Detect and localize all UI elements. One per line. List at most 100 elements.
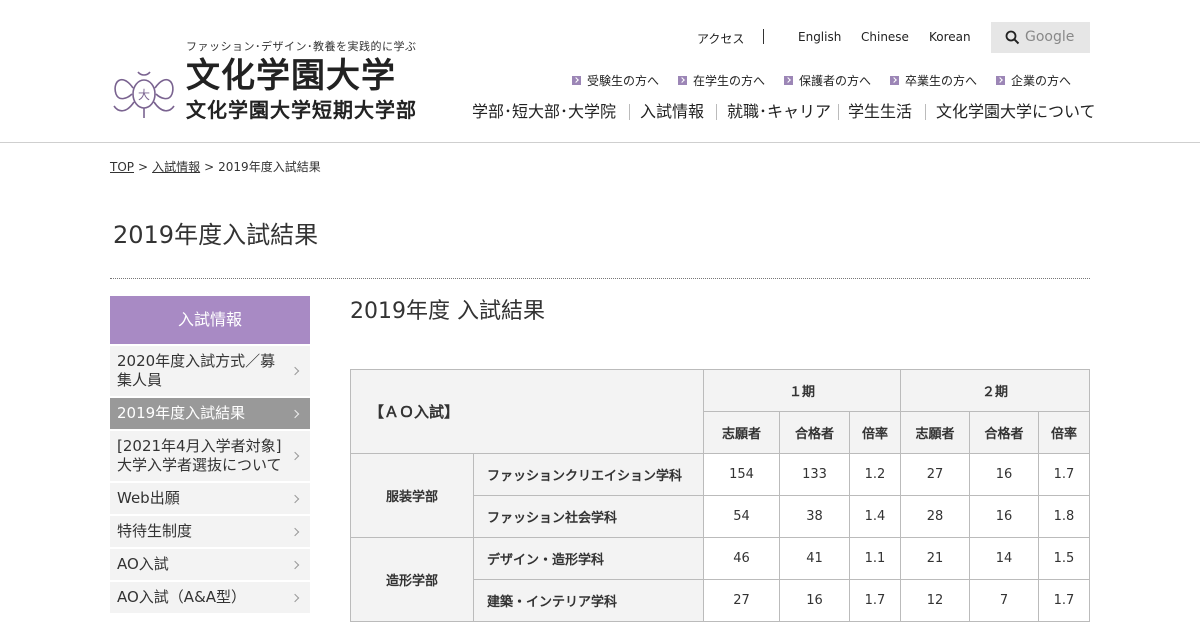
- chevron-right-icon: [996, 76, 1005, 85]
- audience-link-students[interactable]: 在学生の方へ: [678, 72, 765, 89]
- department-cell: ファッションクリエイション学科: [473, 453, 704, 496]
- value-cell: 54: [703, 495, 780, 538]
- gnav-about[interactable]: 文化学園大学について: [936, 102, 1096, 122]
- value-cell: 133: [779, 453, 850, 496]
- value-cell: 21: [900, 537, 970, 580]
- value-cell: 1.7: [1038, 579, 1090, 622]
- value-cell: 38: [779, 495, 850, 538]
- logo-tagline: ファッション･デザイン･教養を実践的に学ぶ: [186, 40, 417, 53]
- breadcrumb-admissions-link[interactable]: 入試情報: [152, 160, 200, 174]
- gnav-student-life[interactable]: 学生生活: [848, 102, 912, 122]
- value-cell: 27: [900, 453, 970, 496]
- gnav-admissions[interactable]: 入試情報: [640, 102, 704, 122]
- gnav-faculties[interactable]: 学部･短大部･大学院: [472, 102, 616, 122]
- sidebar-item-2021-selection[interactable]: [2021年4月入学者対象]大学入学者選抜について: [110, 431, 310, 481]
- site-logo[interactable]: 大 ファッション･デザイン･教養を実践的に学ぶ 文化学園大学 文化学園大学短期大…: [110, 38, 440, 126]
- access-link[interactable]: アクセス: [697, 30, 744, 47]
- gnav-divider: [629, 104, 630, 120]
- value-cell: 16: [969, 453, 1039, 496]
- sidebar-item-ao-aa[interactable]: AO入試（A&A型）: [110, 582, 310, 613]
- search-box[interactable]: Google: [991, 22, 1090, 53]
- breadcrumb-top-link[interactable]: TOP: [110, 160, 134, 174]
- sidebar: 入試情報 2020年度入試方式／募集人員 2019年度入試結果 [2021年4月…: [110, 296, 310, 615]
- chevron-right-icon: [290, 494, 300, 503]
- department-cell: 建築・インテリア学科: [473, 579, 704, 622]
- gnav-divider: [716, 104, 717, 120]
- chevron-right-icon: [290, 451, 300, 461]
- audience-link-guardians[interactable]: 保護者の方へ: [784, 72, 871, 89]
- breadcrumb: TOP > 入試情報 >2019年度入試結果: [110, 158, 321, 175]
- svg-text:大: 大: [138, 88, 150, 102]
- gnav-divider: [838, 104, 839, 120]
- faculty-cell: 服装学部: [350, 453, 474, 538]
- faculty-cell: 造形学部: [350, 537, 474, 622]
- period-header: ２期: [900, 369, 1090, 412]
- title-divider: [110, 278, 1090, 279]
- value-cell: 46: [703, 537, 780, 580]
- sidebar-item-2020-methods[interactable]: 2020年度入試方式／募集人員: [110, 346, 310, 396]
- value-cell: 154: [703, 453, 780, 496]
- value-cell: 16: [969, 495, 1039, 538]
- logo-college-name: 文化学園大学短期大学部: [186, 98, 417, 122]
- value-cell: 14: [969, 537, 1039, 580]
- search-placeholder: Google: [1025, 29, 1075, 45]
- audience-link-applicants[interactable]: 受験生の方へ: [572, 72, 659, 89]
- value-cell: 7: [969, 579, 1039, 622]
- column-header: 倍率: [1038, 411, 1090, 454]
- crest-logo-icon: 大: [113, 71, 175, 118]
- sidebar-item-2019-results[interactable]: 2019年度入試結果: [110, 398, 310, 429]
- chevron-right-icon: [784, 76, 793, 85]
- search-icon: [1005, 30, 1020, 45]
- value-cell: 41: [779, 537, 850, 580]
- sidebar-item-scholarship[interactable]: 特待生制度: [110, 516, 310, 547]
- chevron-right-icon: [890, 76, 899, 85]
- admission-results-table: 【ＡＯ入試】 １期 ２期 志願者 合格者 倍率 志願者 合格者 倍率 服装学部 …: [350, 369, 1090, 622]
- breadcrumb-separator: >: [204, 160, 215, 174]
- value-cell: 27: [703, 579, 780, 622]
- korean-link[interactable]: Korean: [929, 30, 971, 44]
- gnav-career[interactable]: 就職･キャリア: [727, 102, 831, 122]
- column-header: 倍率: [849, 411, 901, 454]
- value-cell: 1.8: [1038, 495, 1090, 538]
- chevron-right-icon: [290, 527, 300, 536]
- chinese-link[interactable]: Chinese: [861, 30, 909, 44]
- chevron-right-icon: [290, 593, 300, 602]
- sidebar-item-ao[interactable]: AO入試: [110, 549, 310, 580]
- table-row: 服装学部 ファッションクリエイション学科 154 133 1.2 27 16 1…: [350, 453, 1090, 538]
- page-title: 2019年度入試結果: [113, 221, 319, 249]
- column-header: 志願者: [703, 411, 780, 454]
- sidebar-heading[interactable]: 入試情報: [110, 296, 310, 344]
- value-cell: 1.2: [849, 453, 901, 496]
- value-cell: 12: [900, 579, 970, 622]
- table-corner-label: 【ＡＯ入試】: [350, 369, 704, 454]
- value-cell: 1.7: [849, 579, 901, 622]
- period-header: １期: [703, 369, 901, 412]
- site-header: 大 ファッション･デザイン･教養を実践的に学ぶ 文化学園大学 文化学園大学短期大…: [0, 0, 1200, 143]
- chevron-right-icon: [290, 409, 300, 418]
- chevron-right-icon: [290, 560, 300, 569]
- breadcrumb-separator: >: [138, 160, 149, 174]
- breadcrumb-current: 2019年度入試結果: [218, 160, 321, 174]
- table-header-row: 【ＡＯ入試】 １期 ２期: [350, 369, 1090, 454]
- audience-link-companies[interactable]: 企業の方へ: [996, 72, 1071, 89]
- value-cell: 1.7: [1038, 453, 1090, 496]
- department-cell: ファッション社会学科: [473, 495, 704, 538]
- utility-divider: [763, 29, 764, 44]
- english-link[interactable]: English: [798, 30, 841, 44]
- value-cell: 28: [900, 495, 970, 538]
- chevron-right-icon: [290, 366, 300, 376]
- table-row: 造形学部 デザイン・造形学科 46 41 1.1 21 14 1.5: [350, 537, 1090, 622]
- value-cell: 1.1: [849, 537, 901, 580]
- column-header: 志願者: [900, 411, 970, 454]
- chevron-right-icon: [572, 76, 581, 85]
- audience-link-alumni[interactable]: 卒業生の方へ: [890, 72, 977, 89]
- logo-university-name: 文化学園大学: [186, 56, 396, 96]
- sidebar-item-web-application[interactable]: Web出願: [110, 483, 310, 514]
- value-cell: 16: [779, 579, 850, 622]
- value-cell: 1.5: [1038, 537, 1090, 580]
- department-cell: デザイン・造形学科: [473, 537, 704, 580]
- column-header: 合格者: [969, 411, 1039, 454]
- chevron-right-icon: [678, 76, 687, 85]
- value-cell: 1.4: [849, 495, 901, 538]
- gnav-divider: [925, 104, 926, 120]
